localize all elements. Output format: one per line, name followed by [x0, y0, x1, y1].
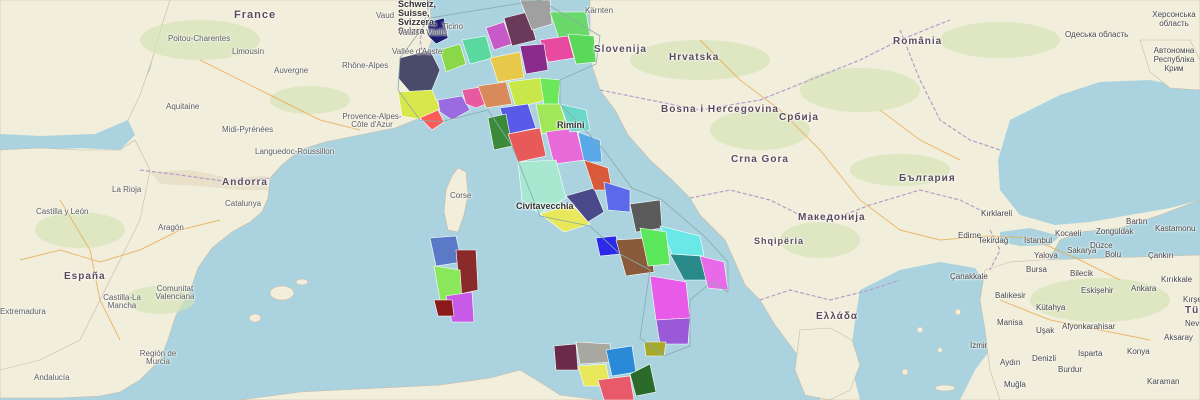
label-crna-gora: Crna Gora	[731, 154, 789, 165]
label-castilla-leon: Castilla y León	[36, 207, 89, 216]
label-zonguldak: Zonguldak	[1096, 227, 1134, 236]
label-rimini: Rimini	[557, 120, 585, 130]
label-kutahya: Kütahya	[1036, 303, 1066, 312]
label-crimea-text: Автономна Республіка Крим	[1153, 46, 1195, 73]
label-valais: Valais - Wallis	[398, 28, 448, 37]
label-extremadura: Extremadura	[0, 307, 46, 316]
label-srbija: Србија	[779, 112, 819, 123]
label-murcia: Región de Murcia	[136, 350, 180, 366]
label-la-rioja: La Rioja	[112, 185, 142, 194]
label-tekirdag: Tekirdağ	[978, 236, 1009, 245]
label-hrvatska: Hrvatska	[669, 52, 720, 63]
label-konya: Konya	[1127, 347, 1150, 356]
label-valenciana: Comunitat Valenciana	[150, 285, 200, 301]
label-karnten: Kärnten	[585, 6, 614, 15]
label-bursa: Bursa	[1026, 265, 1047, 274]
label-yalova: Yalova	[1034, 251, 1058, 260]
label-cankiri: Çankırı	[1148, 251, 1174, 260]
label-paca-text: Provence-Alpes-Côte d'Azur	[342, 112, 402, 129]
label-kirklareli: Kırklareli	[981, 209, 1013, 218]
label-bolu: Bolu	[1105, 250, 1122, 259]
aegean-island-4	[901, 368, 909, 376]
label-bosna: Bosna i Hercegovina	[661, 104, 779, 115]
label-kastamonu: Kastamonu	[1155, 224, 1196, 233]
label-aquitaine: Aquitaine	[166, 102, 200, 111]
basemap	[0, 0, 1200, 400]
aegean-island-3	[954, 308, 962, 316]
label-bulgaria: България	[899, 173, 956, 184]
label-bilecik: Bilecik	[1070, 269, 1094, 278]
label-slovenija: Slovenija	[594, 44, 647, 55]
label-burdur: Burdur	[1058, 365, 1083, 374]
province-cosenza[interactable]	[649, 275, 691, 321]
label-catalunya: Catalunya	[225, 199, 262, 208]
province-catania[interactable]	[597, 375, 635, 400]
label-espana: España	[64, 271, 106, 282]
label-poitou: Poitou-Charentes	[168, 34, 231, 43]
label-vaud: Vaud	[376, 11, 395, 20]
aegean-island-2	[937, 347, 943, 353]
label-odessa: Одеська область	[1065, 30, 1129, 39]
label-manisa: Manisa	[997, 318, 1023, 327]
label-istanbul: İstanbul	[1024, 236, 1053, 245]
label-kirikkale: Kırıkkale	[1161, 275, 1193, 284]
mallorca	[269, 285, 295, 301]
label-ankara: Ankara	[1131, 284, 1157, 293]
province-catanzaro[interactable]	[655, 317, 691, 345]
province-trapani[interactable]	[553, 343, 579, 371]
label-shqiperia: Shqipëria	[754, 236, 805, 246]
label-bartin: Bartın	[1126, 217, 1148, 226]
label-rhone-alpes: Rhône-Alpes	[342, 61, 389, 70]
aegean-island-1	[916, 326, 924, 334]
label-kherson: Херсонська область	[1148, 10, 1200, 28]
label-kherson-text: Херсонська область	[1152, 10, 1196, 28]
label-izmir: İzmir	[970, 341, 988, 350]
label-duzce: Düzce	[1090, 241, 1113, 250]
province-foggia[interactable]	[629, 199, 663, 233]
label-valenciana-text: Comunitat Valenciana	[155, 284, 195, 301]
ibiza	[248, 313, 262, 323]
label-eskisehir: Eskişehir	[1081, 286, 1114, 295]
label-castilla-mancha: Castilla-La Mancha	[98, 294, 146, 310]
label-karaman: Karaman	[1147, 377, 1180, 386]
label-balikesir: Balıkesir	[995, 291, 1026, 300]
label-denizli: Denizli	[1032, 354, 1057, 363]
label-aydin: Aydın	[1000, 358, 1021, 367]
label-castilla-mancha-text: Castilla-La Mancha	[103, 293, 141, 310]
label-kocaeli: Kocaeli	[1055, 229, 1082, 238]
peloponnese	[794, 327, 861, 400]
label-ellada: Ελλάδα	[816, 311, 859, 322]
map-viewport[interactable]: France Schweiz, Suisse, Svizzera, Svizra…	[0, 0, 1200, 400]
aegean-island-5	[934, 384, 956, 392]
label-makedonija: Македонија	[798, 212, 866, 223]
label-isparta: Isparta	[1078, 349, 1103, 358]
label-limousin: Limousin	[232, 47, 265, 56]
label-crimea: Автономна Республіка Крим	[1148, 46, 1200, 73]
label-andalucia: Andalucía	[34, 373, 70, 382]
label-andorra: Andorra	[222, 177, 268, 188]
label-mugla: Muğla	[1004, 380, 1026, 389]
label-romania: România	[893, 36, 943, 47]
label-civitavecchia: Civitavecchia	[516, 201, 574, 211]
label-aragon: Aragón	[158, 223, 184, 232]
label-nevsehir: Nevş	[1185, 319, 1200, 328]
label-turkiye: Tü	[1185, 305, 1200, 316]
label-vallee-aoste: Vallée d'Aoste	[392, 47, 443, 56]
menorca	[295, 278, 309, 286]
label-kirsehir: Kırşe	[1183, 295, 1200, 304]
label-corse: Corse	[450, 191, 472, 200]
label-aksaray: Aksaray	[1164, 333, 1193, 342]
label-murcia-text: Región de Murcia	[139, 349, 177, 366]
label-france: France	[234, 9, 277, 21]
label-canakkale: Çanakkale	[950, 272, 988, 281]
label-midi-pyrenees: Midi-Pyrénées	[222, 125, 274, 134]
province-napoli[interactable]	[595, 235, 621, 257]
label-paca: Provence-Alpes-Côte d'Azur	[342, 113, 402, 129]
label-afyon: Afyonkarahisar	[1062, 322, 1116, 331]
label-usak: Uşak	[1036, 326, 1055, 335]
label-languedoc: Languedoc-Roussillon	[255, 147, 335, 156]
label-auvergne: Auvergne	[274, 66, 309, 75]
